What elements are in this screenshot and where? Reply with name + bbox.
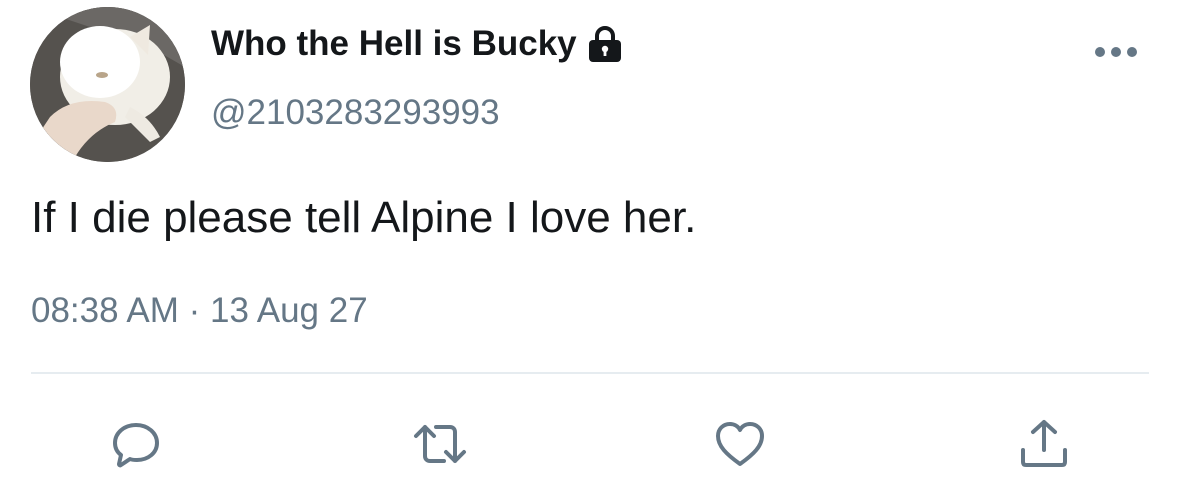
avatar-image xyxy=(30,7,185,162)
tweet-time[interactable]: 08:38 AM xyxy=(31,291,179,330)
display-name[interactable]: Who the Hell is Bucky xyxy=(211,24,624,64)
reply-icon xyxy=(113,423,159,468)
share-button[interactable] xyxy=(1016,416,1072,472)
tweet-meta: 08:38 AM · 13 Aug 27 xyxy=(31,291,368,331)
retweet-button[interactable] xyxy=(412,416,468,472)
reply-button[interactable] xyxy=(108,416,164,472)
user-handle[interactable]: @2103283293993 xyxy=(211,93,500,133)
retweet-icon xyxy=(414,425,466,463)
heart-icon xyxy=(716,422,764,466)
lock-icon xyxy=(586,24,624,64)
display-name-text: Who the Hell is Bucky xyxy=(211,24,577,63)
avatar[interactable] xyxy=(30,7,185,162)
meta-separator: · xyxy=(188,291,201,330)
tweet-date[interactable]: 13 Aug 27 xyxy=(210,291,368,330)
tweet-text: If I die please tell Alpine I love her. xyxy=(31,193,697,242)
more-icon[interactable] xyxy=(1094,44,1138,60)
like-button[interactable] xyxy=(712,416,768,472)
divider xyxy=(31,372,1149,374)
share-icon xyxy=(1021,420,1067,467)
